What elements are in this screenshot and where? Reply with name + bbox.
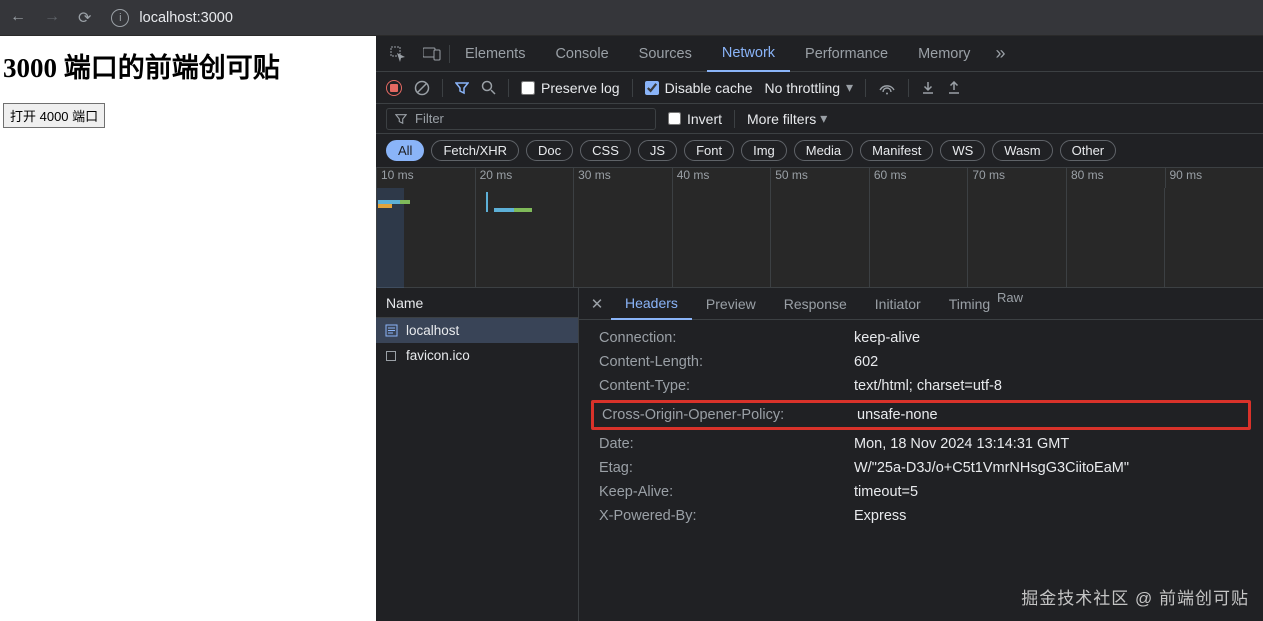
header-value: unsafe-none <box>857 407 1240 423</box>
chip-wasm[interactable]: Wasm <box>992 140 1052 161</box>
filter-input[interactable]: Filter <box>386 108 656 130</box>
chip-manifest[interactable]: Manifest <box>860 140 933 161</box>
nav-arrows: ← → ⟳ <box>10 8 91 28</box>
network-conditions-icon[interactable] <box>878 81 896 95</box>
throttling-select[interactable]: No throttling▾ <box>765 79 854 96</box>
timeline[interactable]: 10 ms20 ms30 ms40 ms50 ms60 ms70 ms80 ms… <box>376 168 1263 288</box>
inspect-icon[interactable] <box>381 46 415 62</box>
search-icon[interactable] <box>481 80 496 95</box>
header-key: Etag: <box>599 460 854 476</box>
export-har-icon[interactable] <box>947 81 961 95</box>
open-port-button[interactable]: 打开 4000 端口 <box>3 103 105 128</box>
chip-font[interactable]: Font <box>684 140 734 161</box>
header-key: Cross-Origin-Opener-Policy: <box>602 407 857 423</box>
chip-img[interactable]: Img <box>741 140 787 161</box>
forward-icon: → <box>44 8 60 28</box>
network-toolbar: Preserve log Disable cache No throttling… <box>376 72 1263 104</box>
filter-bar: Filter Invert More filters▾ <box>376 104 1263 134</box>
chip-media[interactable]: Media <box>794 140 853 161</box>
url-text: localhost:3000 <box>139 10 233 26</box>
device-toggle-icon[interactable] <box>415 47 449 61</box>
tabs-overflow-icon[interactable]: » <box>985 43 1015 64</box>
tab-memory[interactable]: Memory <box>903 36 985 72</box>
request-detail: ✕ HeadersPreviewResponseInitiatorTiming … <box>579 288 1263 621</box>
tab-console[interactable]: Console <box>540 36 623 72</box>
header-key: Date: <box>599 436 854 452</box>
header-key: Connection: <box>599 330 854 346</box>
header-key: X-Powered-By: <box>599 508 854 524</box>
header-value: Mon, 18 Nov 2024 13:14:31 GMT <box>854 436 1243 452</box>
request-name: favicon.ico <box>406 348 470 363</box>
header-value: Express <box>854 508 1243 524</box>
chip-fetch-xhr[interactable]: Fetch/XHR <box>431 140 519 161</box>
page-heading: 3000 端口的前端创可贴 <box>3 46 373 85</box>
detail-tab-initiator[interactable]: Initiator <box>861 288 935 320</box>
file-icon <box>384 349 398 363</box>
import-har-icon[interactable] <box>921 81 935 95</box>
clear-button[interactable] <box>414 80 430 96</box>
invert-checkbox[interactable]: Invert <box>668 111 722 127</box>
request-row[interactable]: localhost <box>376 318 578 343</box>
request-list-header[interactable]: Name <box>376 288 578 318</box>
tab-network[interactable]: Network <box>707 36 790 72</box>
page-content: 3000 端口的前端创可贴 打开 4000 端口 <box>0 36 376 621</box>
chip-all[interactable]: All <box>386 140 424 161</box>
chip-ws[interactable]: WS <box>940 140 985 161</box>
request-row[interactable]: favicon.ico <box>376 343 578 368</box>
reload-icon[interactable]: ⟳ <box>78 8 91 28</box>
chip-css[interactable]: CSS <box>580 140 631 161</box>
header-value: 602 <box>854 354 1243 370</box>
document-icon <box>384 324 398 338</box>
highlighted-header: Cross-Origin-Opener-Policy:unsafe-none <box>591 400 1251 430</box>
tab-performance[interactable]: Performance <box>790 36 903 72</box>
type-filter-chips: All Fetch/XHR Doc CSS JS Font Img Media Manifest… <box>376 134 1263 168</box>
devtools-panel: ElementsConsoleSourcesNetworkPerformance… <box>376 36 1263 621</box>
tab-elements[interactable]: Elements <box>450 36 540 72</box>
header-value: text/html; charset=utf-8 <box>854 378 1243 394</box>
disable-cache-checkbox[interactable]: Disable cache <box>645 80 753 96</box>
detail-tab-timing[interactable]: Timing <box>935 288 1005 320</box>
close-detail-icon[interactable]: ✕ <box>583 295 611 313</box>
preserve-log-checkbox[interactable]: Preserve log <box>521 80 620 96</box>
site-info-icon[interactable]: i <box>111 9 129 27</box>
detail-tab-headers[interactable]: Headers <box>611 288 692 320</box>
detail-tabs: ✕ HeadersPreviewResponseInitiatorTiming <box>579 288 1263 320</box>
headers-body: Connection:keep-aliveContent-Length:602C… <box>579 320 1263 621</box>
detail-tab-preview[interactable]: Preview <box>692 288 770 320</box>
chip-doc[interactable]: Doc <box>526 140 573 161</box>
header-key: Keep-Alive: <box>599 484 854 500</box>
devtools-tabs: ElementsConsoleSourcesNetworkPerformance… <box>376 36 1263 72</box>
back-icon[interactable]: ← <box>10 8 26 28</box>
header-key: Content-Type: <box>599 378 854 394</box>
detail-tab-response[interactable]: Response <box>770 288 861 320</box>
header-key: Content-Length: <box>599 354 854 370</box>
chip-js[interactable]: JS <box>638 140 677 161</box>
filter-toggle-icon[interactable] <box>455 81 469 95</box>
header-value: keep-alive <box>854 330 1243 346</box>
tab-sources[interactable]: Sources <box>624 36 707 72</box>
request-list: Name localhost favicon.ico <box>376 288 579 621</box>
header-value: timeout=5 <box>854 484 1243 500</box>
url-box[interactable]: i localhost:3000 <box>111 9 233 27</box>
request-name: localhost <box>406 323 459 338</box>
more-filters-dropdown[interactable]: More filters▾ <box>747 110 827 127</box>
browser-navbar: ← → ⟳ i localhost:3000 <box>0 0 1263 36</box>
record-button[interactable] <box>386 80 402 96</box>
header-value: W/"25a-D3J/o+C5t1VmrNHsgG3CiitoEaM" <box>854 460 1243 476</box>
raw-toggle[interactable]: Raw <box>997 290 1023 305</box>
chip-other[interactable]: Other <box>1060 140 1117 161</box>
